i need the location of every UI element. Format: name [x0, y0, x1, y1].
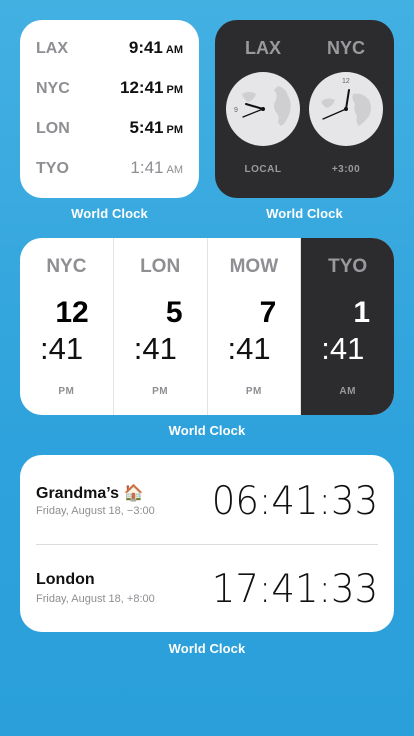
ampm-label: PM [152, 386, 169, 397]
hour-value: 5 [165, 296, 183, 329]
ampm-label: PM [58, 386, 75, 397]
minute-value: :41 [133, 331, 177, 366]
hour-value: 1 [353, 296, 370, 329]
city-label: LON [36, 120, 70, 137]
minute-value: :41 [227, 331, 271, 366]
city-label: NYC [326, 38, 365, 58]
divider [36, 544, 378, 545]
city-label: TYO [328, 256, 368, 277]
widget-caption: World Clock [266, 206, 343, 221]
analog-clock-face: 12 [309, 72, 383, 146]
svg-text:12: 12 [342, 78, 350, 85]
world-clock-analog-widget[interactable]: LAX 9 LOCAL NYC 12 +3:00 [215, 20, 394, 198]
time-value: 12:41 PM [120, 78, 183, 97]
city-label: LAX [245, 38, 281, 58]
digital-time: 17:41:33 [211, 567, 378, 612]
hour-value: 12 [55, 296, 89, 329]
world-clock-columns-widget[interactable]: NYC 12 :41 PM LON 5 :41 PM MOW 7 :41 PM … [20, 238, 394, 415]
world-clock-list-widget[interactable]: LAX 9:41 AM NYC 12:41 PM LON 5:41 PM TYO 1:… [20, 20, 199, 198]
time-value: 1:41 AM [130, 158, 183, 177]
svg-text:9: 9 [234, 107, 238, 114]
time-value: 5:41 PM [129, 118, 183, 137]
location-name: Grandma’s 🏠 [36, 485, 144, 502]
analog-clock-lax: LAX 9 LOCAL [223, 20, 303, 175]
city-label: NYC [36, 80, 70, 97]
city-label: LAX [36, 40, 68, 57]
city-label: NYC [46, 256, 87, 277]
digital-time: 06:41:33 [211, 479, 378, 524]
widget-caption: World Clock [71, 206, 148, 221]
analog-clock-nyc: NYC 12 +3:00 [306, 20, 386, 175]
minute-value: :41 [321, 331, 365, 366]
digital-entry-grandmas: Grandma’s 🏠 Friday, August 18, −3:00 06:… [36, 479, 378, 539]
offset-label: +3:00 [331, 164, 361, 175]
globe-clock-icon: 9 [226, 72, 300, 146]
widget-caption: World Clock [168, 641, 246, 656]
location-name: London [36, 571, 95, 588]
list-row-lax: LAX 9:41 AM [36, 38, 183, 78]
hour-value: 7 [259, 296, 277, 329]
column-tyo: TYO 1 :41 AM [301, 238, 394, 415]
column-nyc: NYC 12 :41 PM [20, 238, 114, 415]
location-date: Friday, August 18, +8:00 [36, 593, 155, 605]
world-clock-digital-widget[interactable]: Grandma’s 🏠 Friday, August 18, −3:00 06:… [20, 455, 394, 632]
offset-label: LOCAL [244, 164, 282, 175]
list-row-tyo: TYO 1:41 AM [36, 158, 183, 198]
city-label: TYO [36, 160, 69, 177]
time-value: 9:41 AM [128, 38, 183, 57]
city-label: MOW [229, 256, 279, 277]
location-date: Friday, August 18, −3:00 [36, 505, 155, 517]
column-mow: MOW 7 :41 PM [208, 238, 302, 415]
list-row-lon: LON 5:41 PM [36, 118, 183, 158]
analog-clock-face: 9 [226, 72, 300, 146]
ampm-label: AM [339, 386, 356, 397]
globe-clock-icon: 12 [309, 72, 383, 146]
digital-entry-london: London Friday, August 18, +8:00 17:41:33 [36, 567, 378, 627]
column-lon: LON 5 :41 PM [114, 238, 208, 415]
minute-value: :41 [40, 331, 84, 366]
widget-caption: World Clock [168, 423, 246, 438]
ampm-label: PM [245, 386, 262, 397]
list-row-nyc: NYC 12:41 PM [36, 78, 183, 118]
city-label: LON [140, 256, 181, 277]
